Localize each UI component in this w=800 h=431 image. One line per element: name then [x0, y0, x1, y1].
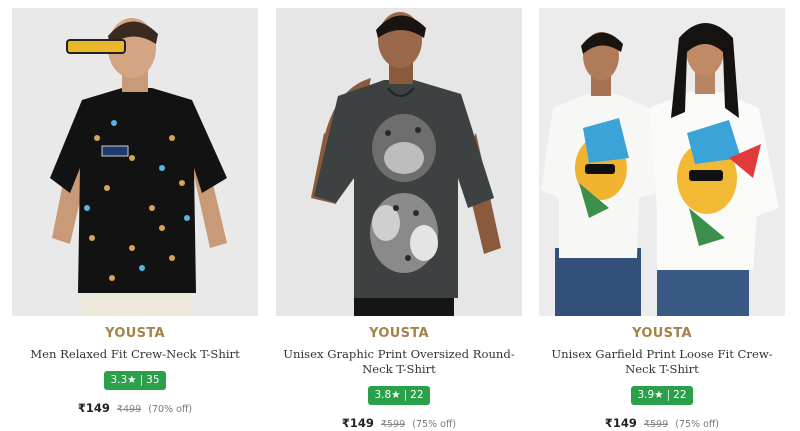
rating-value: 3.8★	[374, 389, 401, 401]
review-count: 35	[146, 374, 160, 386]
rating-separator: |	[139, 374, 144, 386]
rating-value: 3.9★	[637, 389, 664, 401]
product-image[interactable]	[276, 8, 522, 316]
price: ₹149	[341, 416, 374, 430]
discount: (75% off)	[412, 419, 457, 430]
product-title[interactable]: Unisex Garfield Print Loose Fit Crew-Nec…	[545, 347, 779, 377]
rating-badge: 3.8★ | 22	[368, 386, 430, 405]
product-image[interactable]	[539, 8, 785, 316]
product-image[interactable]	[12, 8, 258, 316]
brand-name: YOUSTA	[632, 326, 692, 341]
brand-name: YOUSTA	[105, 326, 165, 341]
review-count: 22	[673, 389, 687, 401]
mrp: ₹599	[643, 419, 669, 430]
rating-value: 3.3★	[110, 374, 137, 386]
price: ₹149	[77, 401, 110, 415]
mrp: ₹599	[380, 419, 406, 430]
rating-badge: 3.3★ | 35	[104, 371, 166, 390]
product-card[interactable]: YOUSTA Men Relaxed Fit Crew-Neck T-Shirt…	[12, 8, 258, 416]
discount: (70% off)	[148, 404, 193, 415]
discount: (75% off)	[675, 419, 720, 430]
rating-separator: |	[666, 389, 671, 401]
product-card[interactable]: YOUSTA Unisex Garfield Print Loose Fit C…	[539, 8, 785, 431]
mrp: ₹499	[116, 404, 142, 415]
review-count: 22	[410, 389, 424, 401]
product-title[interactable]: Men Relaxed Fit Crew-Neck T-Shirt	[18, 347, 252, 362]
product-card[interactable]: YOUSTA Unisex Graphic Print Oversized Ro…	[276, 8, 522, 431]
rating-badge: 3.9★ | 22	[631, 386, 693, 405]
product-title[interactable]: Unisex Graphic Print Oversized Round-Nec…	[282, 347, 516, 377]
price: ₹149	[604, 416, 637, 430]
rating-separator: |	[403, 389, 408, 401]
brand-name: YOUSTA	[369, 326, 429, 341]
